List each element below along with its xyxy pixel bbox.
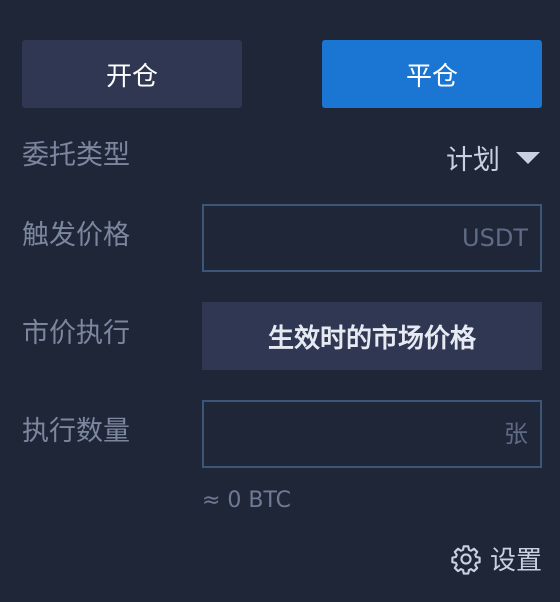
settings-label: 设置 — [489, 546, 542, 576]
close-position-button[interactable]: 平仓 — [322, 40, 542, 108]
settings-button[interactable]: 设置 — [450, 540, 542, 577]
order-type-select[interactable]: 计划 — [446, 138, 540, 177]
order-type-value: 计划 — [446, 145, 500, 176]
trigger-price-input[interactable] — [204, 206, 540, 270]
trigger-price-field — [202, 204, 542, 272]
quantity-input[interactable] — [204, 402, 540, 466]
open-position-button[interactable]: 开仓 — [22, 40, 242, 108]
trigger-price-label: 触发价格 — [22, 220, 130, 251]
quantity-approx-btc: ≈ 0 BTC — [202, 488, 292, 513]
quantity-label: 执行数量 — [22, 416, 130, 447]
caret-down-icon — [516, 151, 540, 164]
order-type-label: 委托类型 — [22, 140, 130, 171]
market-execution-option[interactable]: 生效时的市场价格 — [202, 302, 542, 370]
gear-icon — [451, 544, 481, 575]
market-execution-label: 市价执行 — [22, 318, 130, 349]
quantity-field — [202, 400, 542, 468]
